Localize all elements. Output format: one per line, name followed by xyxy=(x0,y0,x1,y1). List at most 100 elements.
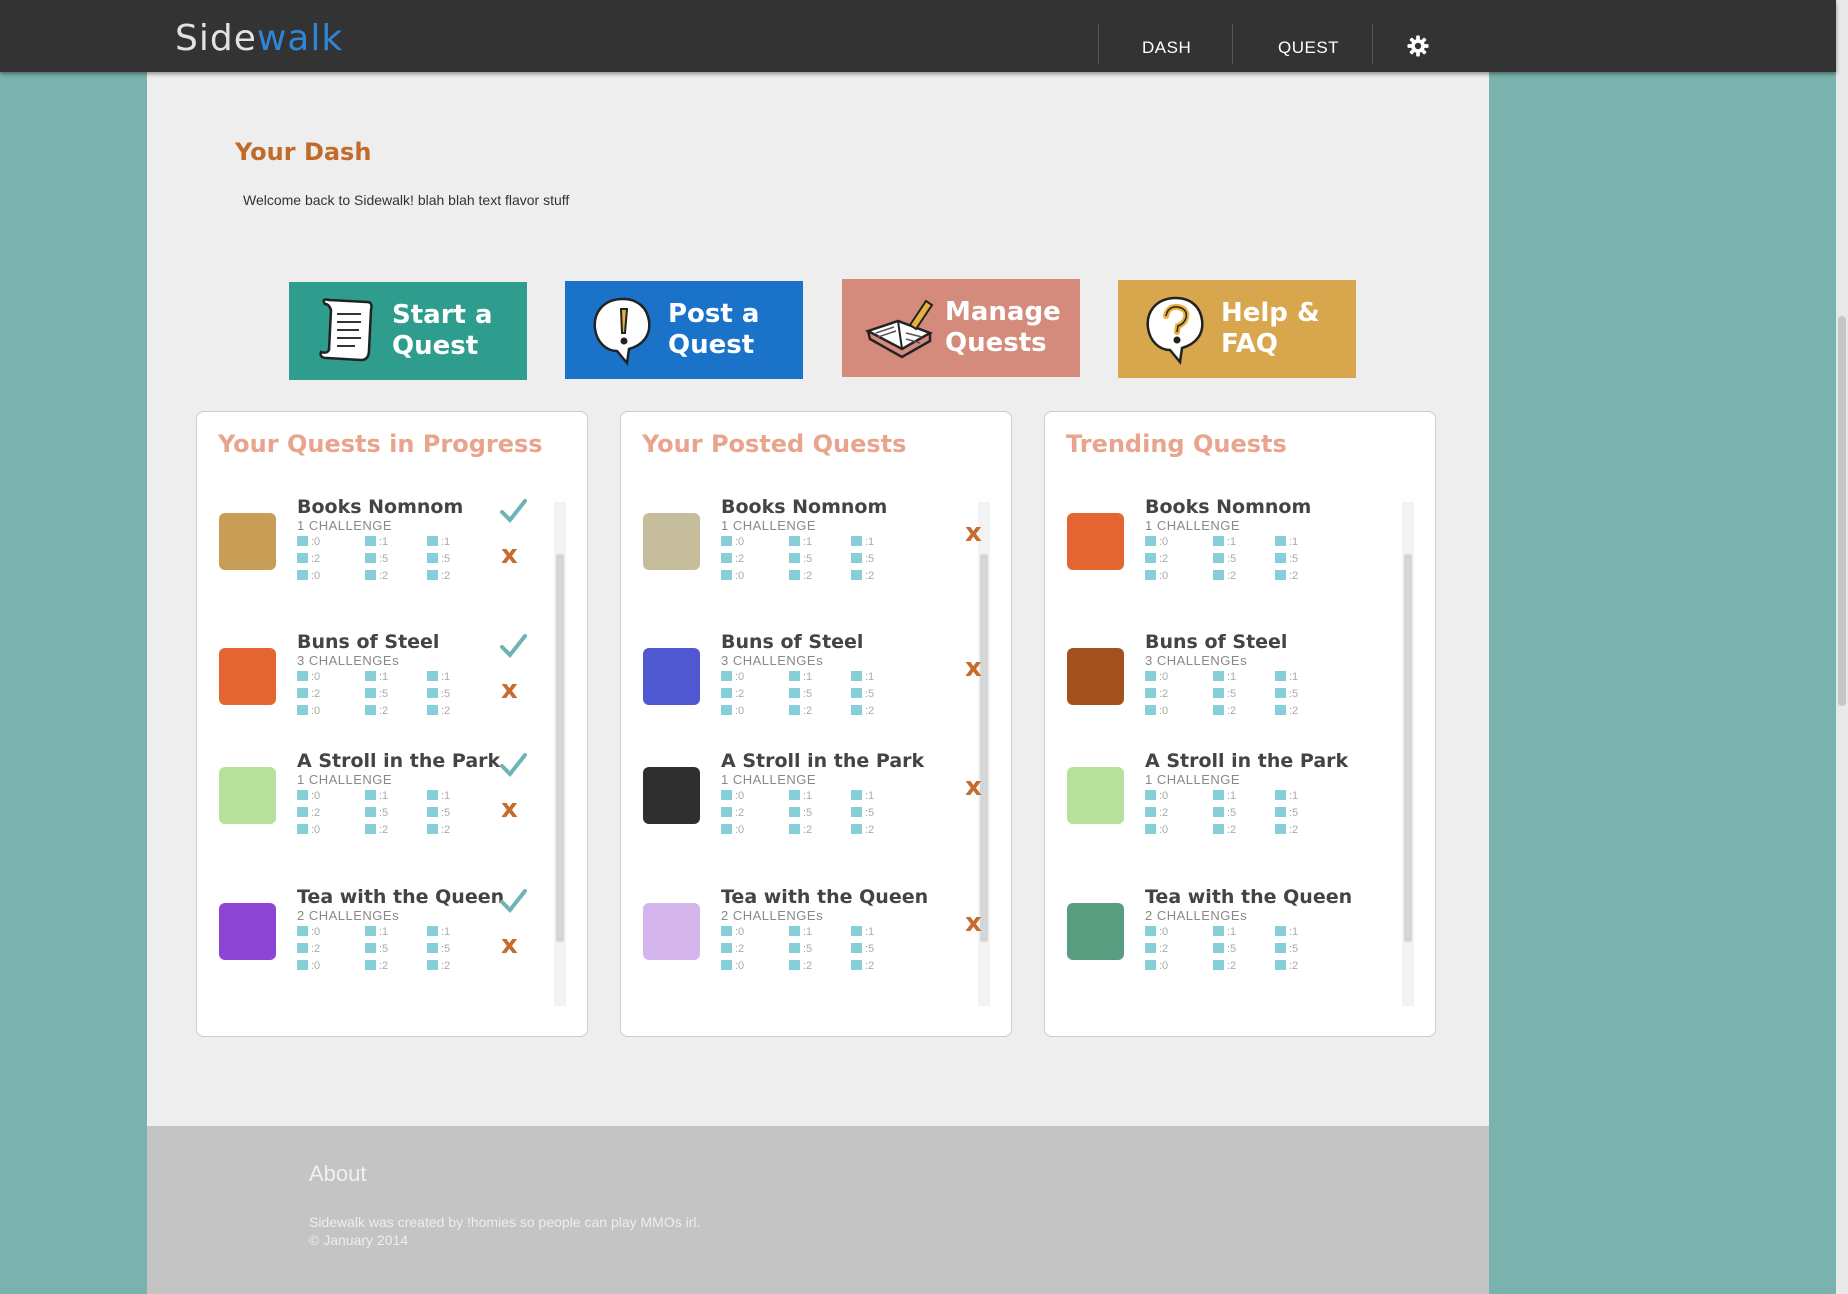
quest-item[interactable]: Books Nomnom 1 CHALLENGE:0:1:1:2:5:5:0:2:… xyxy=(643,496,982,596)
nav-dash-link[interactable]: DASH xyxy=(1142,38,1191,58)
quest-title[interactable]: A Stroll in the Park xyxy=(1145,750,1348,772)
quest-item[interactable]: Buns of Steel 3 CHALLENGEs:0:1:1:2:5:5:0:… xyxy=(1067,631,1397,731)
remove-x-icon[interactable]: x xyxy=(501,540,518,570)
quest-stat: :2 xyxy=(1275,705,1298,717)
nav-divider xyxy=(1098,24,1099,64)
stat-square-icon xyxy=(365,553,376,563)
quest-item[interactable]: Books Nomnom 1 CHALLENGE:0:1:1:2:5:5:0:2:… xyxy=(1067,496,1397,596)
manage-quests-button[interactable]: Manage Quests xyxy=(842,279,1080,377)
quest-stat: :1 xyxy=(1275,536,1298,548)
quest-stat: :0 xyxy=(297,671,320,683)
quest-item[interactable]: A Stroll in the Park 1 CHALLENGE:0:1:1:2:… xyxy=(219,750,549,850)
stat-square-icon xyxy=(297,705,308,715)
stat-square-icon xyxy=(851,705,862,715)
checkmark-icon[interactable] xyxy=(499,888,527,916)
remove-x-icon[interactable]: x xyxy=(965,518,982,548)
quest-item[interactable]: Tea with the Queen 2 CHALLENGEs:0:1:1:2:5… xyxy=(643,886,982,986)
panel-scrollbar-thumb[interactable] xyxy=(980,554,988,942)
quest-stat: :1 xyxy=(851,671,874,683)
quest-stat: :1 xyxy=(1213,926,1236,938)
quest-stat: :5 xyxy=(427,553,450,565)
quest-title[interactable]: A Stroll in the Park xyxy=(721,750,924,772)
stat-square-icon xyxy=(851,536,862,546)
quest-title[interactable]: Tea with the Queen xyxy=(297,886,504,908)
stat-square-icon xyxy=(365,705,376,715)
quest-title[interactable]: Tea with the Queen xyxy=(1145,886,1352,908)
sidewalk-logo[interactable]: Sidewalk xyxy=(175,18,343,59)
quest-stat: :1 xyxy=(365,536,388,548)
quest-stat: :2 xyxy=(297,553,320,565)
panel-scrollbar-thumb[interactable] xyxy=(1404,554,1412,942)
question-bubble-icon xyxy=(1146,296,1204,365)
quest-stat: :2 xyxy=(721,943,744,955)
quest-title[interactable]: Buns of Steel xyxy=(1145,631,1287,653)
page-scrollbar[interactable] xyxy=(1836,0,1848,1294)
quest-title[interactable]: Books Nomnom xyxy=(297,496,463,518)
quest-stat: :1 xyxy=(789,671,812,683)
quest-title[interactable]: Buns of Steel xyxy=(297,631,439,653)
remove-x-icon[interactable]: x xyxy=(965,653,982,683)
stat-square-icon xyxy=(851,824,862,834)
stat-square-icon xyxy=(1213,688,1224,698)
stat-square-icon xyxy=(427,705,438,715)
quest-title[interactable]: A Stroll in the Park xyxy=(297,750,500,772)
nav-quest-link[interactable]: QUEST xyxy=(1278,38,1339,58)
panel-scrollbar[interactable] xyxy=(554,502,566,1006)
quest-item[interactable]: Buns of Steel 3 CHALLENGEs:0:1:1:2:5:5:0:… xyxy=(219,631,549,731)
stat-square-icon xyxy=(297,671,308,681)
quest-stat: :0 xyxy=(297,570,320,582)
remove-x-icon[interactable]: x xyxy=(965,772,982,802)
stat-square-icon xyxy=(789,824,800,834)
checkmark-icon[interactable] xyxy=(499,752,527,780)
post-quest-button[interactable]: Post a Quest xyxy=(565,281,803,379)
stat-square-icon xyxy=(1275,570,1286,580)
stat-square-icon xyxy=(1275,671,1286,681)
quest-item[interactable]: Buns of Steel 3 CHALLENGEs:0:1:1:2:5:5:0:… xyxy=(643,631,982,731)
panel-scrollbar-thumb[interactable] xyxy=(556,554,564,942)
help-faq-button[interactable]: Help & FAQ xyxy=(1118,280,1356,378)
remove-x-icon[interactable]: x xyxy=(501,794,518,824)
stat-square-icon xyxy=(851,926,862,936)
page-scrollbar-thumb[interactable] xyxy=(1838,316,1846,706)
quest-stat: :5 xyxy=(1213,807,1236,819)
quest-stat: :1 xyxy=(427,926,450,938)
footer-credit: Sidewalk was created by !homies so peopl… xyxy=(309,1214,701,1230)
quest-stat: :5 xyxy=(851,553,874,565)
checkmark-icon[interactable] xyxy=(499,633,527,661)
quest-title[interactable]: Tea with the Queen xyxy=(721,886,928,908)
quest-title[interactable]: Books Nomnom xyxy=(1145,496,1311,518)
quest-item[interactable]: Books Nomnom 1 CHALLENGE:0:1:1:2:5:5:0:2:… xyxy=(219,496,549,596)
panel-scrollbar[interactable] xyxy=(1402,502,1414,1006)
gear-icon[interactable] xyxy=(1407,35,1429,57)
remove-x-icon[interactable]: x xyxy=(501,930,518,960)
stat-square-icon xyxy=(297,926,308,936)
quest-item[interactable]: A Stroll in the Park 1 CHALLENGE:0:1:1:2:… xyxy=(1067,750,1397,850)
stat-square-icon xyxy=(427,960,438,970)
quest-stat: :2 xyxy=(1145,553,1168,565)
stat-square-icon xyxy=(789,926,800,936)
stat-square-icon xyxy=(789,790,800,800)
quest-item[interactable]: Tea with the Queen 2 CHALLENGEs:0:1:1:2:5… xyxy=(219,886,549,986)
stat-square-icon xyxy=(365,790,376,800)
quest-stat: :0 xyxy=(721,790,744,802)
quest-stat: :2 xyxy=(297,943,320,955)
quest-stat: :0 xyxy=(721,926,744,938)
quest-title[interactable]: Books Nomnom xyxy=(721,496,887,518)
quest-item[interactable]: Tea with the Queen 2 CHALLENGEs:0:1:1:2:5… xyxy=(1067,886,1397,986)
quest-stat: :1 xyxy=(1213,671,1236,683)
stat-square-icon xyxy=(1275,943,1286,953)
quest-item[interactable]: A Stroll in the Park 1 CHALLENGE:0:1:1:2:… xyxy=(643,750,982,850)
stat-square-icon xyxy=(789,570,800,580)
quest-stat: :1 xyxy=(1275,790,1298,802)
remove-x-icon[interactable]: x xyxy=(501,675,518,705)
remove-x-icon[interactable]: x xyxy=(965,908,982,938)
quest-title[interactable]: Buns of Steel xyxy=(721,631,863,653)
stat-square-icon xyxy=(1145,926,1156,936)
start-quest-button[interactable]: Start a Quest xyxy=(289,282,527,380)
stat-square-icon xyxy=(1145,570,1156,580)
quest-stat: :1 xyxy=(789,790,812,802)
welcome-text: Welcome back to Sidewalk! blah blah text… xyxy=(243,192,570,208)
quest-color-swatch xyxy=(1067,648,1124,705)
quest-challenge-count: 2 CHALLENGEs xyxy=(1145,908,1248,923)
checkmark-icon[interactable] xyxy=(499,498,527,526)
